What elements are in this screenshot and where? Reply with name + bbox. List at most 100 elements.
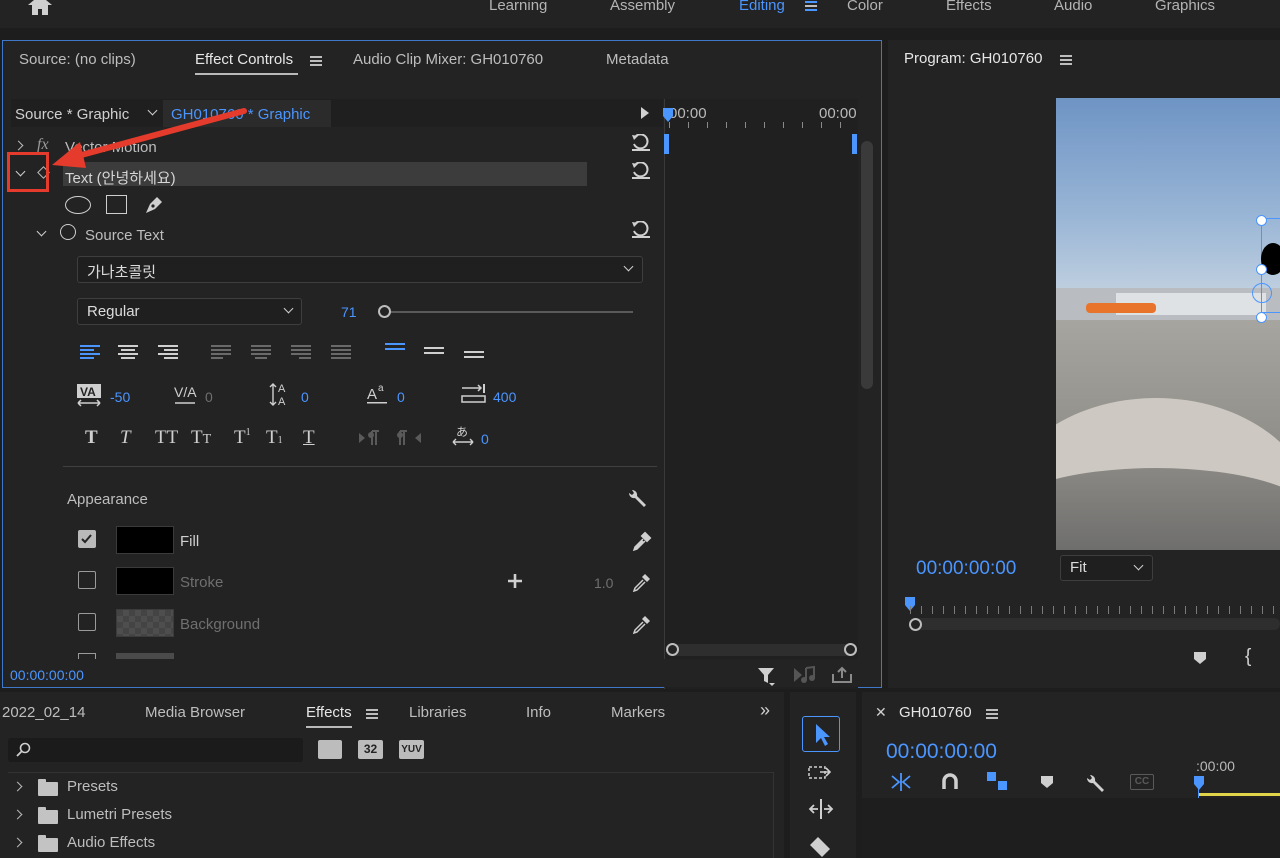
ltr-direction-icon[interactable] — [358, 429, 382, 447]
zoom-dropdown[interactable]: Fit — [1060, 555, 1153, 581]
workspace-tab-learning[interactable]: Learning — [489, 0, 547, 14]
ripple-edit-tool-icon[interactable] — [808, 798, 836, 820]
workspace-tab-assembly[interactable]: Assembly — [610, 0, 675, 14]
fill-color-swatch[interactable] — [116, 526, 174, 554]
add-stroke-icon[interactable] — [507, 573, 523, 589]
stroke-width-value[interactable]: 1.0 — [594, 575, 613, 591]
fill-eyedropper-icon[interactable] — [632, 530, 652, 552]
handle-tl[interactable] — [1256, 215, 1267, 226]
32bit-effects-badge[interactable]: 32 — [358, 740, 383, 759]
yuv-effects-badge[interactable]: YUV — [399, 740, 424, 759]
play-audio-icon[interactable] — [793, 666, 817, 684]
track-select-tool-icon[interactable] — [808, 764, 834, 784]
tsume-value[interactable]: 400 — [493, 389, 516, 405]
tab-media-browser[interactable]: Media Browser — [145, 704, 245, 721]
more-panels-icon[interactable]: » — [760, 700, 770, 721]
font-size-slider-thumb[interactable] — [378, 305, 391, 318]
font-size-slider-track[interactable] — [383, 311, 633, 313]
work-area-bar[interactable] — [1199, 793, 1280, 796]
program-zoom-handle[interactable] — [909, 618, 922, 631]
program-menu-icon[interactable] — [1060, 55, 1072, 65]
effect-controls-timecode[interactable]: 00:00:00:00 — [10, 667, 84, 683]
all-caps-icon[interactable]: TT — [155, 427, 178, 449]
effect-controls-scrollbar[interactable] — [861, 141, 873, 389]
timeline-add-marker-icon[interactable] — [1040, 775, 1054, 789]
effect-controls-menu-icon[interactable] — [310, 56, 322, 66]
background-checkbox[interactable] — [78, 613, 96, 631]
tab-metadata[interactable]: Metadata — [606, 51, 669, 68]
align-middle-icon[interactable] — [424, 344, 446, 362]
play-only-icon[interactable] — [641, 107, 649, 119]
tab-project-bin[interactable]: 2022_02_14 — [2, 704, 85, 721]
kerning-value[interactable]: -50 — [110, 389, 130, 405]
superscript-icon[interactable]: T1 — [234, 427, 251, 449]
reset-text-layer-icon[interactable] — [631, 162, 651, 180]
aki-value[interactable]: 0 — [481, 431, 489, 447]
timeline-playhead-icon[interactable] — [1194, 776, 1204, 790]
zoom-handle-left[interactable] — [666, 643, 679, 656]
program-zoom-bar[interactable] — [912, 618, 1280, 630]
faux-italic-icon[interactable]: T — [120, 427, 131, 449]
add-marker-icon[interactable] — [1193, 651, 1207, 665]
tab-effects[interactable]: Effects — [306, 704, 352, 721]
program-ruler[interactable] — [910, 606, 1280, 614]
effects-menu-icon[interactable] — [366, 709, 378, 719]
home-icon[interactable] — [27, 0, 53, 16]
stroke-eyedropper-icon[interactable] — [632, 571, 652, 593]
ellipse-mask-icon[interactable] — [65, 196, 91, 214]
workspace-tab-graphics[interactable]: Graphics — [1155, 0, 1215, 14]
fill-checkbox[interactable] — [78, 530, 96, 548]
lumetri-presets-expand-icon[interactable] — [12, 809, 23, 820]
razor-tool-icon[interactable] — [808, 836, 832, 858]
subscript-icon[interactable]: T1 — [266, 427, 283, 449]
nest-toggle-icon[interactable] — [890, 772, 912, 792]
snap-magnet-icon[interactable] — [941, 772, 959, 790]
source-text-collapse-icon[interactable] — [36, 226, 47, 237]
align-top-icon[interactable] — [385, 341, 407, 359]
appearance-settings-wrench-icon[interactable] — [626, 487, 648, 509]
baseline-shift-value[interactable]: 0 — [397, 389, 405, 405]
zoom-handle-right[interactable] — [844, 643, 857, 656]
program-monitor-title[interactable]: Program: GH010760 — [904, 50, 1042, 67]
program-video-frame[interactable] — [1056, 98, 1280, 550]
tab-libraries[interactable]: Libraries — [409, 704, 467, 721]
timeline-timecode[interactable]: 00:00:00:00 — [886, 740, 997, 764]
workspace-tab-editing[interactable]: Editing — [739, 0, 785, 14]
underline-icon[interactable]: T — [303, 427, 315, 449]
sequence-menu-icon[interactable] — [986, 709, 998, 719]
align-bottom-icon[interactable] — [464, 347, 486, 365]
workspace-tab-effects[interactable]: Effects — [946, 0, 992, 14]
stopwatch-icon[interactable] — [60, 224, 76, 240]
rectangle-mask-icon[interactable] — [106, 195, 127, 214]
small-caps-icon[interactable]: TT — [191, 427, 211, 449]
font-style-dropdown[interactable]: Regular — [77, 298, 302, 325]
effects-search-input[interactable] — [8, 738, 303, 762]
list-item-audio-effects[interactable]: Audio Effects — [8, 830, 774, 856]
justify-right-icon[interactable] — [291, 344, 313, 362]
align-center-icon[interactable] — [118, 344, 140, 362]
tab-info[interactable]: Info — [526, 704, 551, 721]
tab-effect-controls[interactable]: Effect Controls — [195, 51, 293, 68]
justify-left-icon[interactable] — [211, 344, 233, 362]
sequence-tab[interactable]: GH010760 — [899, 704, 972, 721]
selection-tool-button[interactable] — [802, 716, 840, 752]
align-left-icon[interactable] — [80, 344, 102, 362]
list-item-presets[interactable]: Presets — [8, 774, 774, 800]
reset-source-text-icon[interactable] — [631, 221, 651, 239]
tracking-value[interactable]: 0 — [205, 389, 213, 405]
pen-mask-icon[interactable] — [143, 193, 165, 215]
captions-icon[interactable]: CC — [1130, 774, 1154, 790]
presets-expand-icon[interactable] — [12, 781, 23, 792]
workspace-tab-audio[interactable]: Audio — [1054, 0, 1092, 14]
accelerated-effects-icon[interactable] — [318, 740, 342, 759]
align-right-icon[interactable] — [158, 344, 180, 362]
justify-center-icon[interactable] — [251, 344, 273, 362]
filter-icon[interactable] — [757, 666, 777, 686]
leading-value[interactable]: 0 — [301, 389, 309, 405]
workspace-tab-color[interactable]: Color — [847, 0, 883, 14]
list-item-lumetri-presets[interactable]: Lumetri Presets — [8, 802, 774, 828]
tab-markers[interactable]: Markers — [611, 704, 665, 721]
close-sequence-icon[interactable]: ✕ — [875, 704, 887, 721]
playhead-icon[interactable] — [662, 108, 674, 124]
rtl-direction-icon[interactable] — [397, 429, 423, 447]
